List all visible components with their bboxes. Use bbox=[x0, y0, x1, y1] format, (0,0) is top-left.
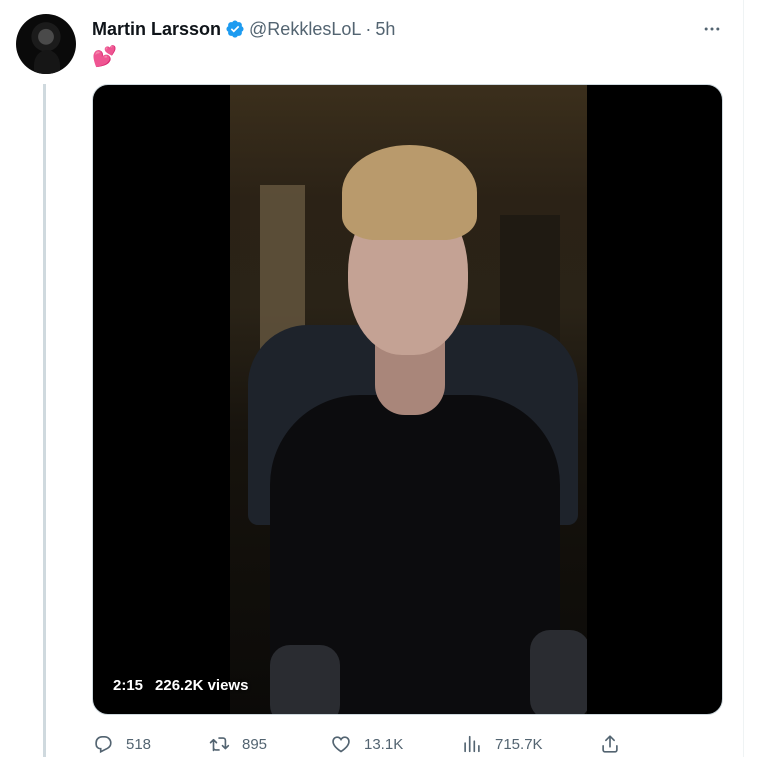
views-count: 715.7K bbox=[495, 735, 543, 753]
retweet-button[interactable]: 895 bbox=[208, 732, 267, 756]
video-player[interactable]: 2:15 226.2K views bbox=[92, 84, 723, 715]
heart-icon bbox=[332, 736, 350, 753]
video-duration: 2:15 bbox=[113, 677, 144, 694]
tweet-text: 💕 bbox=[92, 46, 117, 68]
tweet-page: Martin Larsson @RekklesLoL · 5h 💕 2:15 2… bbox=[0, 0, 760, 757]
analytics-icon bbox=[464, 735, 480, 753]
reply-button[interactable]: 518 bbox=[92, 732, 151, 756]
retweet-icon bbox=[209, 737, 230, 752]
reply-icon bbox=[95, 736, 112, 754]
share-icon bbox=[602, 735, 618, 753]
action-bar: 518 895 13.1K 715.7K bbox=[92, 732, 632, 756]
video-frame bbox=[230, 85, 587, 714]
more-options-icon[interactable] bbox=[700, 17, 724, 41]
retweet-count: 895 bbox=[242, 735, 268, 753]
tweet-header: Martin Larsson @RekklesLoL · 5h bbox=[92, 17, 395, 41]
reply-count: 518 bbox=[126, 735, 152, 753]
like-count: 13.1K bbox=[364, 735, 404, 753]
thread-line bbox=[43, 84, 46, 757]
like-button[interactable]: 13.1K bbox=[330, 732, 403, 756]
views-button[interactable]: 715.7K bbox=[461, 732, 543, 756]
separator-dot: · bbox=[365, 18, 372, 39]
tweet-timestamp[interactable]: 5h bbox=[375, 19, 395, 40]
author-name[interactable]: Martin Larsson bbox=[92, 19, 221, 40]
share-button[interactable] bbox=[599, 732, 621, 756]
author-handle[interactable]: @RekklesLoL bbox=[249, 19, 361, 40]
verified-badge-icon[interactable] bbox=[225, 19, 245, 39]
video-info: 2:15 226.2K views bbox=[113, 677, 248, 694]
column-border bbox=[743, 0, 744, 757]
avatar[interactable] bbox=[16, 14, 76, 74]
video-view-count: 226.2K views bbox=[155, 677, 249, 694]
